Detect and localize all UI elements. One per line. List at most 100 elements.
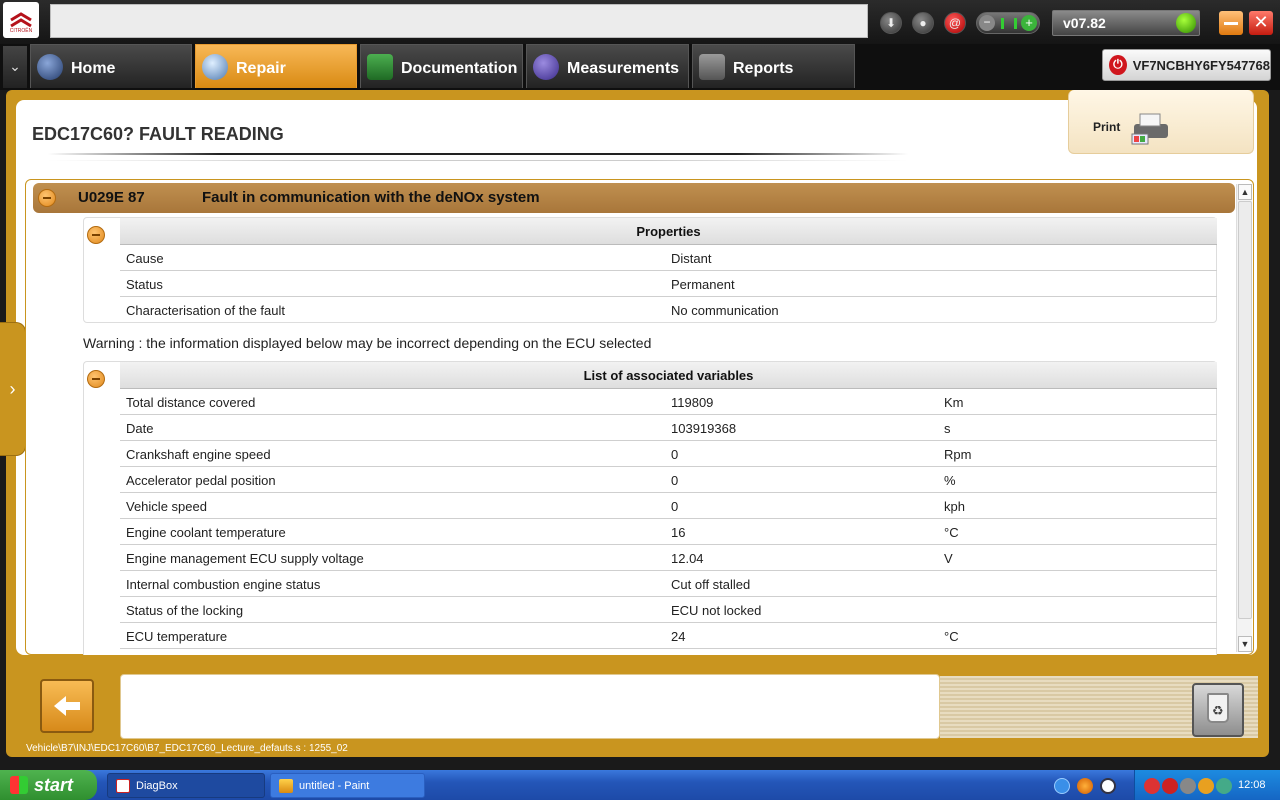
variable-value: 0 [671, 499, 679, 514]
taskbar-item-label: DiagBox [136, 779, 178, 792]
nav-menu-button[interactable]: ⌄ [3, 46, 27, 88]
start-button[interactable]: start [0, 770, 97, 800]
tab-reports[interactable]: Reports [692, 44, 855, 88]
variable-unit: kph [944, 499, 965, 514]
magnifier-icon [202, 53, 228, 80]
tab-measurements[interactable]: Measurements [526, 44, 689, 88]
tab-label: Reports [733, 59, 794, 77]
variable-value: 0 [671, 473, 679, 488]
variable-row: Engine coolant temperature 16 °C [120, 519, 1217, 545]
vertical-scrollbar[interactable]: ▲ ▼ [1236, 184, 1252, 652]
page-title: EDC17C60? FAULT READING [32, 124, 284, 144]
arrow-left-icon [54, 696, 80, 716]
power-icon: ⏻ [1109, 55, 1127, 75]
property-value: No communication [671, 303, 779, 318]
collapse-variables-icon[interactable] [87, 370, 105, 388]
variable-name: Engine management ECU supply voltage [126, 551, 364, 566]
collapse-properties-icon[interactable] [87, 226, 105, 244]
property-name: Characterisation of the fault [126, 303, 285, 318]
variable-value: Cut off stalled [671, 577, 751, 592]
variable-value: 103919368 [671, 421, 737, 436]
vin-button[interactable]: ⏻ VF7NCBHY6FY547768 [1102, 49, 1271, 81]
update-icon[interactable] [1198, 778, 1214, 794]
fault-code: U029E 87 [78, 189, 145, 206]
speaker-icon[interactable] [1180, 778, 1196, 794]
variable-row: Accelerator pedal position 0% [120, 467, 1217, 493]
printer-icon [1131, 113, 1168, 145]
close-button[interactable]: ✕ [1249, 11, 1273, 35]
download-button[interactable]: ⬇ [880, 12, 902, 34]
warning-text: Warning : the information displayed belo… [83, 335, 652, 351]
download-icon: ⬇ [885, 16, 897, 30]
variable-name: Status of the locking [126, 603, 244, 618]
paint-app-icon [279, 778, 293, 793]
variable-unit: % [944, 473, 956, 488]
collapse-fault-icon[interactable] [38, 189, 56, 207]
media-icon[interactable] [1100, 778, 1116, 794]
connection-toggle[interactable]: − + [976, 12, 1040, 34]
tab-label: Repair [236, 59, 286, 77]
vin-label: VF7NCBHY6FY547768 [1132, 57, 1270, 73]
citroen-chevrons-icon [10, 12, 32, 28]
scroll-up-button[interactable]: ▲ [1238, 184, 1252, 200]
property-name: Status [126, 277, 163, 292]
variable-row: Crankshaft engine speed 0 Rpm [120, 441, 1217, 467]
variable-value: 16 [671, 525, 686, 540]
close-icon: ✕ [1253, 12, 1269, 32]
tab-documentation[interactable]: Documentation [360, 44, 523, 88]
side-panel-toggle[interactable]: › [0, 322, 26, 456]
connection-icon[interactable] [1216, 778, 1232, 794]
back-button[interactable] [40, 679, 94, 733]
scroll-down-button[interactable]: ▼ [1238, 636, 1252, 652]
taskbar-item-paint[interactable]: untitled - Paint [270, 773, 425, 798]
home-icon [37, 53, 63, 80]
report-icon [699, 53, 725, 80]
top-bar: CITROËN ⬇ ● @ − + v07.82 ✕ [0, 0, 1280, 44]
ie-icon[interactable] [1054, 778, 1070, 794]
security-icon[interactable] [1162, 778, 1178, 794]
title-divider [48, 153, 908, 155]
chevron-right-icon: › [9, 378, 16, 399]
tab-repair[interactable]: Repair [195, 44, 357, 88]
properties-section: Properties Cause Distant Status Permanen… [83, 217, 1217, 323]
variable-name: Crankshaft engine speed [126, 447, 271, 462]
firefox-icon[interactable] [1077, 778, 1093, 794]
status-indicator-icon[interactable] [1176, 13, 1196, 33]
start-label: start [34, 774, 74, 795]
variable-value: ECU not locked [671, 603, 762, 618]
tab-home[interactable]: Home [30, 44, 192, 88]
message-area [120, 674, 940, 739]
variable-unit: Km [944, 395, 964, 410]
variable-row: Date 103919368 s [120, 415, 1217, 441]
network-icon[interactable] [1144, 778, 1160, 794]
minimize-icon [1224, 22, 1238, 25]
wave-icon [533, 53, 559, 80]
variable-value: 12.04 [671, 551, 704, 566]
variable-value: 119809 [671, 395, 714, 410]
minimize-button[interactable] [1219, 11, 1243, 35]
chevron-down-icon: ⌄ [9, 58, 21, 74]
book-icon [367, 53, 393, 80]
taskbar-item-label: untitled - Paint [299, 779, 370, 792]
variable-unit: s [944, 421, 951, 436]
brand-logo-text: CITROËN [9, 28, 33, 34]
property-row: Characterisation of the fault No communi… [120, 297, 1217, 323]
property-row: Status Permanent [120, 271, 1217, 297]
diagbox-window: CITROËN ⬇ ● @ − + v07.82 ✕ ⌄ Home Repair… [0, 0, 1280, 800]
mail-button[interactable]: @ [944, 12, 966, 34]
scroll-thumb[interactable] [1238, 201, 1252, 619]
user-button[interactable]: ● [912, 12, 934, 34]
trash-button[interactable]: ♻ [1192, 683, 1244, 737]
chevron-up-icon: ▲ [1240, 187, 1250, 197]
variable-name: Vehicle speed [126, 499, 207, 514]
variable-row: Internal combustion engine status Cut off… [120, 571, 1217, 597]
taskbar-item-diagbox[interactable]: DiagBox [107, 773, 265, 798]
windows-logo-icon [10, 776, 28, 794]
address-field[interactable] [50, 4, 868, 38]
fault-description: Fault in communication with the deNOx sy… [202, 189, 540, 206]
plus-icon: + [1021, 15, 1037, 31]
variable-name: Accelerator pedal position [126, 473, 276, 488]
variable-name: ECU temperature [126, 629, 228, 644]
variable-unit: V [944, 551, 953, 566]
system-clock: 12:08 [1238, 779, 1266, 791]
